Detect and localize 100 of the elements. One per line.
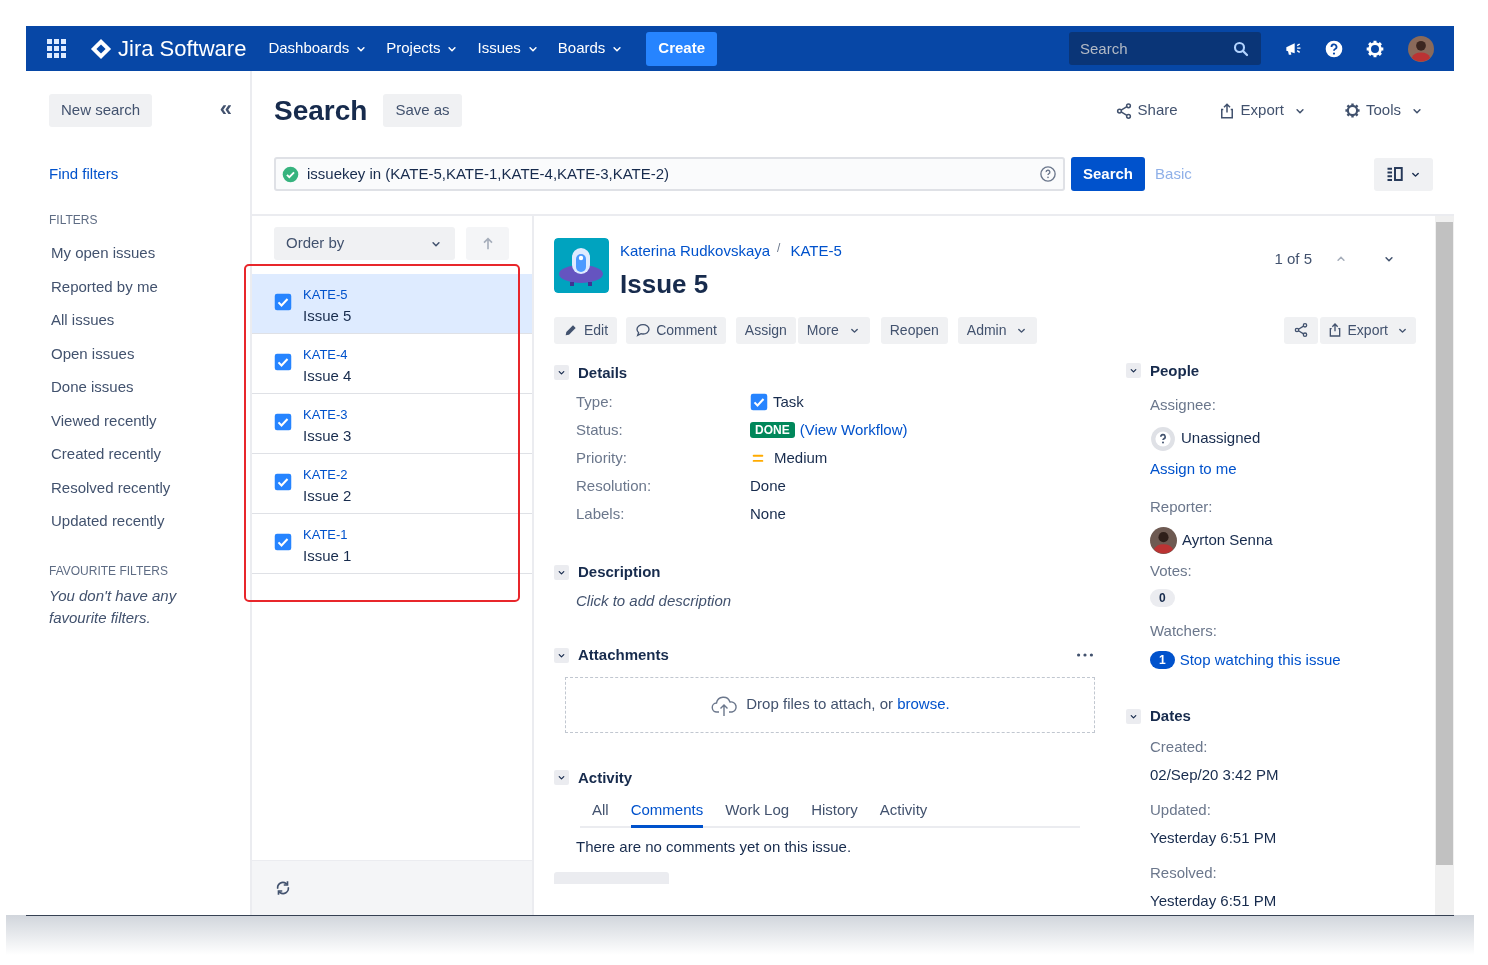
field-value: None <box>750 503 786 524</box>
share-button[interactable] <box>1283 316 1318 344</box>
nav-menu[interactable]: Issues <box>477 37 540 60</box>
unassigned-avatar-icon <box>1150 425 1176 452</box>
issue-summary: Issue 4 <box>303 366 352 386</box>
export-button[interactable]: Export <box>1217 99 1307 122</box>
issue-key-link[interactable]: KATE-2 <box>303 466 352 484</box>
field-label: Resolution: <box>576 476 653 496</box>
user-avatar-icon <box>1150 526 1177 554</box>
action-button[interactable]: Reopen <box>880 316 948 344</box>
section-heading: FILTERS <box>49 211 99 229</box>
search-button[interactable]: Search <box>1071 157 1146 191</box>
collapse-toggle[interactable] <box>554 365 569 381</box>
assign-to-me-link[interactable]: Assign to me <box>1150 457 1237 480</box>
more-icon <box>1077 653 1093 658</box>
section-heading: FAVOURITE FILTERS <box>49 563 169 580</box>
export-button[interactable]: Export <box>1319 316 1416 344</box>
action-button[interactable]: Comment <box>626 316 726 344</box>
empty-message: You don't have any favourite filters. <box>49 586 178 628</box>
collapse-button[interactable]: « <box>219 97 232 124</box>
new-search-button[interactable]: New search <box>49 94 153 127</box>
filter-link[interactable]: Done issues <box>49 370 134 404</box>
layout-toggle-button[interactable] <box>1374 157 1433 191</box>
activity-tab[interactable]: Work Log <box>725 799 790 828</box>
collapse-toggle[interactable] <box>554 770 569 786</box>
field-label: Resolved: <box>1150 862 1218 883</box>
checkbox[interactable] <box>274 533 292 551</box>
drop-zone-text: Drop files to attach, or browse. <box>746 694 950 715</box>
scrollbar[interactable] <box>1435 216 1454 915</box>
filter-link[interactable]: All issues <box>49 303 115 337</box>
activity-tab[interactable]: Activity <box>879 799 928 828</box>
issue-key-link[interactable]: KATE-5 <box>303 286 352 304</box>
action-button[interactable]: Edit <box>554 316 618 344</box>
order-by-dropdown[interactable]: Order by <box>274 227 455 260</box>
nav-menu[interactable]: Projects <box>386 37 460 60</box>
issue-key-link[interactable]: KATE-4 <box>303 346 352 364</box>
activity-tab[interactable]: History <box>811 799 858 828</box>
collapse-toggle[interactable] <box>554 564 569 580</box>
checkbox[interactable] <box>274 293 292 311</box>
issue-key-link[interactable]: KATE-5 <box>790 240 842 263</box>
field-label: Labels: <box>576 504 626 524</box>
checkbox[interactable] <box>274 413 292 431</box>
query-field[interactable]: issuekey in (KATE-5,KATE-1,KATE-4,KATE-3,KATE-2) <box>274 157 1065 191</box>
issue-list-item[interactable]: KATE-5 Issue 5 <box>252 274 532 334</box>
breadcrumb-separator: / <box>777 240 781 258</box>
action-button[interactable]: Admin <box>957 316 1038 344</box>
filter-link[interactable]: My open issues <box>49 236 156 270</box>
task-icon <box>750 393 768 411</box>
save-as-button[interactable]: Save as <box>383 94 462 127</box>
user-avatar-icon <box>1408 35 1434 62</box>
filter-link[interactable]: Reported by me <box>49 270 158 304</box>
tools-button[interactable]: Tools <box>1343 99 1424 122</box>
checkbox[interactable] <box>274 353 292 371</box>
field-label: Assignee: <box>1150 395 1217 415</box>
filter-link[interactable]: Viewed recently <box>49 404 157 438</box>
filter-link[interactable]: Open issues <box>49 337 135 371</box>
description-placeholder[interactable]: Click to add description <box>554 589 1095 612</box>
checkbox[interactable] <box>274 473 292 491</box>
drop-zone[interactable]: Drop files to attach, or browse. <box>565 676 1095 733</box>
stop-watching-link[interactable]: Stop watching this issue <box>1179 648 1341 671</box>
app-switcher-icon <box>47 39 66 58</box>
product-logo[interactable]: Jira Software <box>118 32 247 65</box>
activity-tab[interactable]: Comments <box>630 799 704 828</box>
issue-summary: Issue 3 <box>303 426 352 446</box>
nav-menu[interactable]: Boards <box>557 37 625 60</box>
date-value: 02/Sep/20 3:42 PM <box>1150 765 1280 785</box>
collapse-toggle[interactable] <box>1126 708 1141 724</box>
issue-key-link[interactable]: KATE-1 <box>303 526 352 544</box>
field-label: Watchers: <box>1150 621 1218 641</box>
help-icon <box>1324 38 1344 59</box>
field-value: Task <box>773 391 804 412</box>
section-heading: Dates <box>1150 706 1191 726</box>
create-button[interactable]: Create <box>646 31 718 66</box>
collapse-toggle[interactable] <box>1126 363 1141 379</box>
issue-summary: Issue 2 <box>303 486 352 506</box>
page-title: Search <box>274 93 368 128</box>
field-label: Status: <box>576 420 624 440</box>
workflow-link[interactable]: (View Workflow) <box>799 418 908 442</box>
filter-link[interactable]: Created recently <box>49 437 162 471</box>
field-label: Created: <box>1150 736 1209 757</box>
project-link[interactable]: Katerina Rudkovskaya <box>620 240 771 263</box>
field-value: Done <box>750 475 786 496</box>
filter-link[interactable]: Updated recently <box>49 504 165 538</box>
activity-tab[interactable]: All <box>592 799 609 828</box>
pager-text: 1 of 5 <box>1274 249 1312 269</box>
share-button[interactable]: Share <box>1114 99 1178 122</box>
search-field[interactable]: Search <box>1069 32 1261 65</box>
action-button[interactable]: More <box>797 316 870 344</box>
watcher-count-badge: 1 <box>1150 650 1175 669</box>
vote-count-badge[interactable]: 0 <box>1150 589 1175 607</box>
browse-link[interactable]: browse. <box>897 695 950 713</box>
field-label: Priority: <box>576 448 628 468</box>
filter-link[interactable]: Resolved recently <box>49 471 171 505</box>
collapse-toggle[interactable] <box>554 647 569 663</box>
issue-key-link[interactable]: KATE-3 <box>303 406 352 424</box>
action-button[interactable]: Assign <box>735 316 796 344</box>
section-heading: Attachments <box>578 645 669 665</box>
find-filters-link[interactable]: Find filters <box>49 163 232 186</box>
section-heading: Description <box>578 562 661 582</box>
nav-menu[interactable]: Dashboards <box>268 37 369 60</box>
